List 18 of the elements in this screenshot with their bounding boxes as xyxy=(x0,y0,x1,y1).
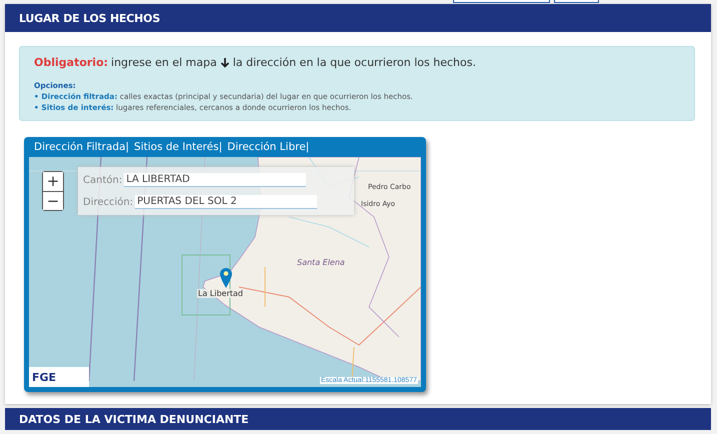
field-label: Dirección: xyxy=(83,196,134,208)
map-place-label: Santa Elena xyxy=(297,258,345,267)
notice-text: la dirección en la que ocurrieron los hechos. xyxy=(232,56,476,69)
down-arrow-icon xyxy=(220,57,230,68)
logo: FGE xyxy=(29,367,89,387)
notice-text: ingrese en el mapa xyxy=(111,56,217,69)
field-label: Cantón: xyxy=(83,174,122,186)
required-label: Obligatorio: xyxy=(34,56,108,69)
input-field[interactable]: PUERTAS DEL SOL 2 xyxy=(135,195,318,209)
section-title: LUGAR DE LOS HECHOS xyxy=(19,12,160,24)
map-place-label: La Libertad xyxy=(197,289,244,298)
input-field[interactable]: LA LIBERTAD xyxy=(124,173,306,187)
map-tab[interactable]: Sitios de Interés| xyxy=(134,141,222,153)
section-title: DATOS DE LA VICTIMA DENUNCIANTE xyxy=(19,412,249,426)
map-pin-icon[interactable] xyxy=(220,268,232,288)
zoom-out-button[interactable]: − xyxy=(43,191,63,210)
map-tab[interactable]: Dirección Filtrada| xyxy=(34,141,130,153)
map-tab[interactable]: Dirección Libre| xyxy=(227,141,310,153)
